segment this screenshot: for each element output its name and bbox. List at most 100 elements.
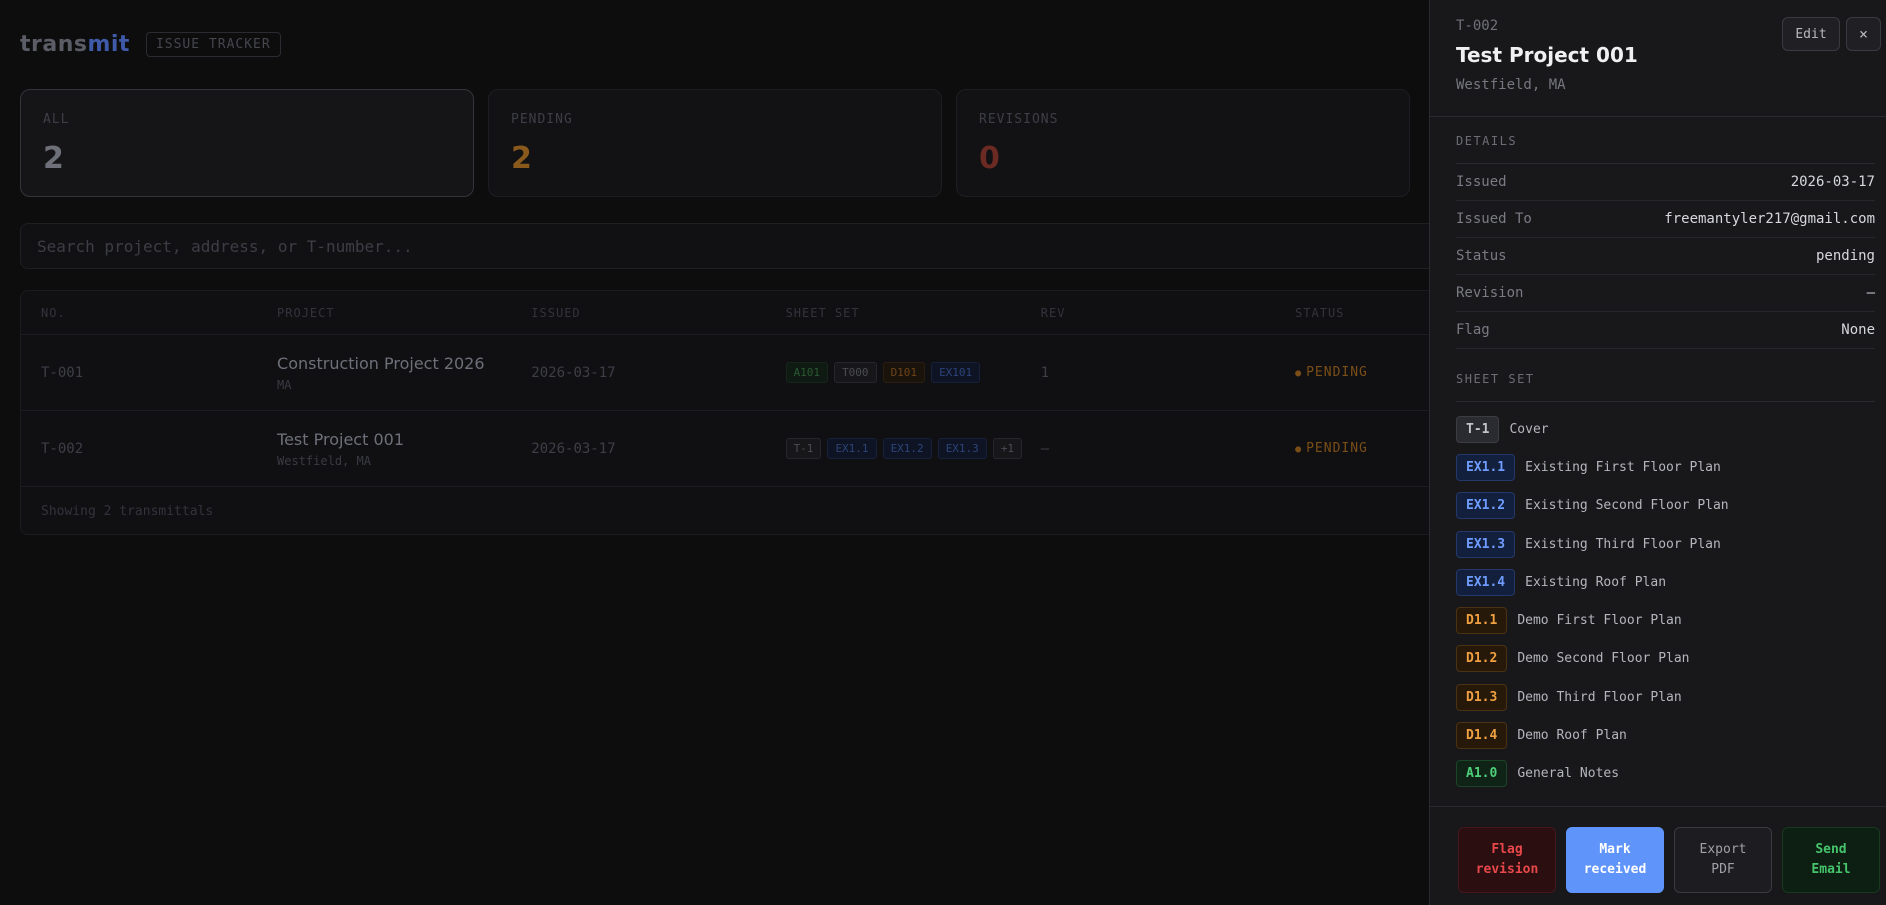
table-footer: Showing 2 transmittals xyxy=(41,503,214,519)
status-badge: ● PENDING xyxy=(1295,441,1368,456)
sheet-set-cell: A101 T000 D101 EX101 xyxy=(785,362,1041,383)
transmittal-number: T-001 xyxy=(41,364,84,381)
sheet-set-cell: T-1 EX1.1 EX1.2 EX1.3 +1 xyxy=(785,438,1041,459)
sheet-chip: EX101 xyxy=(931,362,981,383)
column-header[interactable]: REV xyxy=(1041,306,1295,320)
sheet-item: EX1.3 Existing Third Floor Plan xyxy=(1456,525,1875,563)
table-row[interactable]: T-001 Construction Project 2026 MA 2026-… xyxy=(21,335,1439,411)
search-input[interactable]: Search project, address, or T-number... xyxy=(20,223,1440,269)
table-header: NO. PROJECT ISSUED SHEET SET REV STATUS xyxy=(21,291,1439,335)
detail-row-issued: Issued 2026-03-17 xyxy=(1456,164,1875,201)
flag-revision-button[interactable]: Flag revision xyxy=(1458,827,1556,893)
sheet-name: Existing Roof Plan xyxy=(1525,574,1667,590)
sheet-item: D1.4 Demo Roof Plan xyxy=(1456,716,1875,754)
column-header[interactable]: ISSUED xyxy=(531,306,785,320)
sheet-name: Demo Second Floor Plan xyxy=(1517,651,1690,667)
stat-label: ALL xyxy=(43,112,70,127)
sheet-name: Demo Third Floor Plan xyxy=(1517,689,1682,705)
export-pdf-button[interactable]: Export PDF xyxy=(1674,827,1772,893)
sheet-set-section-title: SHEET SET xyxy=(1456,356,1875,402)
sheet-code-badge: T-1 xyxy=(1456,415,1500,443)
stat-card-revisions[interactable]: REVISIONS 0 xyxy=(956,89,1410,197)
sheet-name: Demo Roof Plan xyxy=(1517,728,1627,744)
sheet-name: Cover xyxy=(1509,421,1549,437)
sheet-item: A1.0 General Notes xyxy=(1456,755,1875,793)
sheet-item: EX1.4 Existing Roof Plan xyxy=(1456,563,1875,601)
column-header[interactable]: PROJECT xyxy=(277,306,531,320)
top-bar: transmit ISSUE TRACKER xyxy=(20,30,281,58)
sheet-item: EX1.2 Existing Second Floor Plan xyxy=(1456,487,1875,525)
search-placeholder: Search project, address, or T-number... xyxy=(37,236,413,256)
sheet-chip: EX1.2 xyxy=(882,438,932,459)
detail-panel: T-002 Test Project 001 Westfield, MA Edi… xyxy=(1429,0,1886,905)
project-cell: Construction Project 2026 MA xyxy=(277,354,531,392)
sheet-chip: T000 xyxy=(834,362,877,383)
detail-row-issued-to: Issued To freemantyler217@gmail.com xyxy=(1456,201,1875,238)
sheet-item: D1.2 Demo Second Floor Plan xyxy=(1456,640,1875,678)
stat-label: PENDING xyxy=(511,112,573,127)
column-header[interactable]: STATUS xyxy=(1295,306,1439,320)
send-email-button[interactable]: Send Email xyxy=(1782,827,1880,893)
detail-value: None xyxy=(1841,322,1875,338)
sheet-item: T-1 Cover xyxy=(1456,410,1875,448)
issue-tracker-tag: ISSUE TRACKER xyxy=(145,31,281,57)
sheet-chip: T-1 xyxy=(785,438,822,459)
detail-key: Flag xyxy=(1456,322,1490,338)
stat-value: 2 xyxy=(511,141,532,176)
sheet-code-badge: D1.3 xyxy=(1456,683,1508,711)
stat-label: REVISIONS xyxy=(979,112,1059,127)
sheet-code-badge: D1.4 xyxy=(1456,722,1508,750)
column-header[interactable]: NO. xyxy=(21,306,277,320)
sheet-item: D1.3 Demo Third Floor Plan xyxy=(1456,678,1875,716)
project-address: MA xyxy=(277,377,292,392)
edit-button[interactable]: Edit xyxy=(1782,17,1840,51)
detail-row-status: Status pending xyxy=(1456,238,1875,275)
sheet-code-badge: EX1.1 xyxy=(1456,453,1516,481)
issued-date: 2026-03-17 xyxy=(531,440,616,457)
column-header: SHEET SET xyxy=(785,305,860,320)
sheet-code-badge: D1.2 xyxy=(1456,645,1508,673)
detail-value: — xyxy=(1866,285,1875,301)
detail-key: Issued To xyxy=(1456,211,1532,227)
status-dot-icon: ● xyxy=(1295,368,1303,379)
detail-row-flag: Flag None xyxy=(1456,312,1875,349)
sheet-name: Existing Second Floor Plan xyxy=(1525,498,1729,514)
panel-header: T-002 Test Project 001 Westfield, MA Edi… xyxy=(1430,0,1886,117)
sheet-item: D1.1 Demo First Floor Plan xyxy=(1456,601,1875,639)
stat-value: 0 xyxy=(979,141,1000,176)
transmittals-table: NO. PROJECT ISSUED SHEET SET REV STATUS … xyxy=(20,290,1440,535)
sheet-name: General Notes xyxy=(1517,766,1620,782)
sheet-code-badge: D1.1 xyxy=(1456,607,1508,635)
detail-key: Revision xyxy=(1456,285,1524,301)
status-dot-icon: ● xyxy=(1295,444,1303,455)
detail-value: freemantyler217@gmail.com xyxy=(1664,211,1875,227)
detail-row-revision: Revision — xyxy=(1456,275,1875,312)
sheet-code-badge: EX1.2 xyxy=(1456,492,1516,520)
sheet-chip: A101 xyxy=(785,362,829,383)
more-sheets-chip: +1 xyxy=(992,438,1023,459)
stat-card-all[interactable]: ALL 2 xyxy=(20,89,474,197)
sheet-chip: EX1.1 xyxy=(827,438,877,459)
sheet-name: Existing First Floor Plan xyxy=(1525,459,1721,475)
sheet-name: Demo First Floor Plan xyxy=(1517,613,1682,629)
revision-cell: 1 xyxy=(1040,364,1050,381)
sheet-code-badge: A1.0 xyxy=(1456,760,1508,788)
detail-key: Status xyxy=(1456,248,1507,264)
status-badge: ● PENDING xyxy=(1295,365,1368,380)
project-address: Westfield, MA xyxy=(277,453,371,468)
detail-value: 2026-03-17 xyxy=(1790,174,1875,190)
table-row[interactable]: T-002 Test Project 001 Westfield, MA 202… xyxy=(21,411,1439,487)
project-name: Construction Project 2026 xyxy=(277,353,485,373)
transmittal-number: T-002 xyxy=(41,440,84,457)
project-name: Test Project 001 xyxy=(277,429,404,449)
detail-value: pending xyxy=(1815,248,1875,264)
sheet-code-badge: EX1.4 xyxy=(1456,568,1516,596)
sheet-chip: EX1.3 xyxy=(937,438,987,459)
stat-card-pending[interactable]: PENDING 2 xyxy=(488,89,942,197)
sheet-code-badge: EX1.3 xyxy=(1456,530,1516,558)
panel-body: DETAILS Issued 2026-03-17 Issued To freema… xyxy=(1456,118,1875,793)
app-logo[interactable]: transmit xyxy=(20,32,130,57)
mark-received-button[interactable]: Mark received xyxy=(1566,827,1664,893)
close-button[interactable]: × xyxy=(1846,17,1881,51)
stats-row: ALL 2 PENDING 2 REVISIONS 0 xyxy=(20,89,1410,197)
